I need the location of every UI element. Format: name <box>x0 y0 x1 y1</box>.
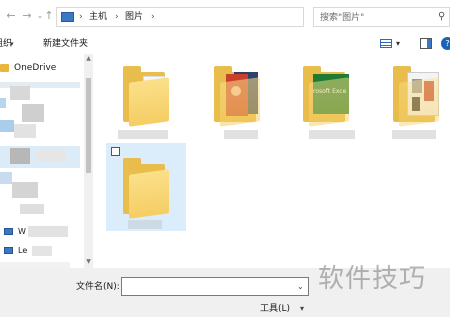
blurred-nav-item <box>28 226 68 237</box>
nav-scrollbar-thumb[interactable] <box>86 78 91 173</box>
blurred-nav-item <box>36 150 66 162</box>
folder-item[interactable] <box>214 66 264 128</box>
new-folder-button[interactable]: 新建文件夹 <box>43 37 88 51</box>
pc-icon <box>61 12 74 22</box>
onedrive-folder-icon <box>0 64 9 72</box>
address-bar[interactable]: › 主机 › 图片 › ⌄ ↻ <box>56 7 357 27</box>
blurred-nav-item <box>10 148 30 164</box>
navigation-pane: OneDrive W Le <box>0 54 95 268</box>
folder-item[interactable] <box>393 66 443 128</box>
breadcrumb-item-pictures[interactable]: 图片 <box>125 10 143 24</box>
blurred-nav-item <box>14 124 36 138</box>
tools-button[interactable]: 工具(L) <box>260 303 290 315</box>
preview-pane-icon[interactable] <box>420 38 432 49</box>
selection-checkbox[interactable] <box>111 147 120 156</box>
folder-name-blurred <box>128 220 162 229</box>
pc-icon <box>4 247 13 254</box>
pc-icon <box>4 228 13 235</box>
blurred-nav-item <box>0 172 12 184</box>
up-arrow-icon[interactable]: ↑ <box>42 9 56 23</box>
blurred-nav-item <box>32 246 52 256</box>
back-arrow-icon[interactable]: ← <box>4 9 18 23</box>
watermark-text: 软件技巧 <box>318 264 427 294</box>
view-options-caret-icon[interactable]: ▾ <box>396 37 400 51</box>
blurred-nav-item <box>22 104 44 122</box>
filename-input[interactable] <box>121 277 309 296</box>
help-icon[interactable]: ? <box>441 37 450 50</box>
blurred-nav-item <box>0 120 14 132</box>
folder-item[interactable] <box>123 66 173 128</box>
search-icon[interactable]: ⚲ <box>438 11 450 23</box>
nav-item-drive-w[interactable]: W <box>18 226 26 237</box>
nav-item-drive-le[interactable]: Le <box>18 245 27 256</box>
folder-name-blurred <box>392 130 436 139</box>
search-placeholder: 搜索"图片" <box>320 13 365 23</box>
breadcrumb-separator: › <box>115 12 119 22</box>
blurred-nav-item <box>20 204 44 214</box>
view-options-icon[interactable] <box>380 39 392 48</box>
organize-caret-icon[interactable]: ▾ <box>10 37 14 51</box>
command-toolbar: 组织 ▾ 新建文件夹 ▾ ? <box>0 34 450 54</box>
breadcrumb-separator: › <box>151 12 155 22</box>
tools-caret-icon[interactable]: ▾ <box>300 303 304 315</box>
breadcrumb-item-host[interactable]: 主机 <box>89 10 107 24</box>
folder-name-blurred <box>224 130 258 139</box>
folder-item[interactable]: rosoft Exce <box>303 66 353 128</box>
blurred-nav-item <box>12 182 38 198</box>
forward-arrow-icon[interactable]: → <box>20 9 34 23</box>
scroll-up-arrow-icon[interactable]: ▲ <box>84 55 93 63</box>
blurred-nav-item <box>10 86 30 100</box>
filename-dropdown-chevron-icon[interactable]: ⌄ <box>297 281 304 293</box>
search-box[interactable]: 搜索"图片" ⚲ <box>313 7 450 27</box>
blurred-nav-item <box>0 98 6 108</box>
filename-label: 文件名(N): <box>76 282 120 292</box>
folder-item[interactable] <box>123 158 173 220</box>
folder-name-blurred <box>118 130 168 139</box>
breadcrumb-separator: › <box>79 12 83 22</box>
scroll-down-arrow-icon[interactable]: ▼ <box>84 258 93 266</box>
nav-item-onedrive[interactable]: OneDrive <box>14 62 56 74</box>
folder-name-blurred <box>309 130 355 139</box>
address-row: ← → ⌄ ↑ › 主机 › 图片 › ⌄ ↻ 搜索"图片" ⚲ <box>0 0 450 34</box>
